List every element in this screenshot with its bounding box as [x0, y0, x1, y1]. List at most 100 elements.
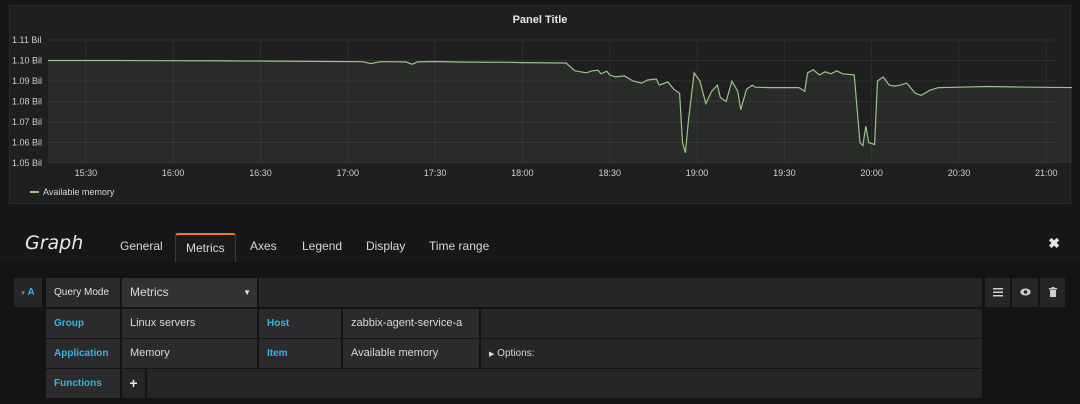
x-tick-label: 19:00: [686, 168, 709, 178]
query-mode-value: Metrics: [130, 285, 169, 299]
x-tick-label: 18:30: [598, 168, 621, 178]
data-point: [606, 71, 607, 72]
data-point: [819, 74, 820, 75]
trash-icon[interactable]: [1040, 278, 1065, 307]
x-tick-label: 19:30: [773, 168, 796, 178]
data-point: [854, 74, 855, 75]
data-point: [574, 70, 575, 71]
data-point: [417, 61, 418, 62]
data-point: [906, 82, 907, 83]
data-point: [685, 152, 686, 153]
data-point: [868, 142, 869, 143]
data-point: [862, 145, 863, 146]
data-point: [938, 87, 939, 88]
data-point: [615, 76, 616, 77]
data-point: [830, 73, 831, 74]
data-point: [370, 63, 371, 64]
data-point: [859, 142, 860, 143]
menu-icon[interactable]: [985, 278, 1010, 307]
functions-label: Functions: [46, 369, 120, 398]
tab-general[interactable]: General: [110, 233, 173, 261]
series-area: [48, 60, 1072, 163]
host-label: Host: [259, 309, 341, 338]
data-point: [1031, 87, 1032, 88]
x-tick-label: 16:00: [162, 168, 185, 178]
tab-metrics[interactable]: Metrics: [175, 233, 236, 264]
data-point: [877, 80, 878, 81]
y-tick-label: 1.09 Bil: [12, 76, 42, 86]
options-toggle[interactable]: ▶ Options:: [481, 339, 982, 368]
data-point: [731, 80, 732, 81]
y-tick-label: 1.10 Bil: [12, 56, 42, 66]
data-point: [592, 70, 593, 71]
y-tick-label: 1.06 Bil: [12, 138, 42, 148]
host-input[interactable]: zabbix-agent-service-a: [343, 309, 479, 338]
query-letter: A: [27, 287, 35, 298]
y-tick-label: 1.08 Bil: [12, 97, 42, 107]
data-point: [586, 72, 587, 73]
data-point: [720, 97, 721, 98]
x-tick-label: 18:00: [511, 168, 534, 178]
query-mode-select[interactable]: Metrics ▼: [122, 278, 257, 307]
data-point: [565, 62, 566, 63]
data-point: [411, 64, 412, 65]
data-point: [362, 61, 363, 62]
data-point: [889, 85, 890, 86]
query-row-toggle[interactable]: ▾ A: [14, 278, 42, 307]
chevron-down-icon: ▼: [243, 288, 251, 297]
data-point: [717, 85, 718, 86]
x-tick-label: 21:00: [1035, 168, 1058, 178]
data-point: [740, 109, 741, 110]
data-point: [865, 126, 866, 127]
data-point: [737, 91, 738, 92]
data-point: [894, 86, 895, 87]
line-chart: 1.11 Bil 1.10 Bil 1.09 Bil 1.08 Bil 1.07 Bil…: [12, 35, 1072, 197]
group-label: Group: [46, 309, 120, 338]
data-point: [624, 75, 625, 76]
eye-icon[interactable]: [1012, 278, 1038, 307]
data-point: [900, 85, 901, 86]
data-point: [921, 95, 922, 96]
application-label: Application: [46, 339, 120, 368]
x-tick-label: 16:30: [249, 168, 272, 178]
legend-label: Available memory: [43, 187, 115, 197]
y-tick-label: 1.05 Bil: [12, 158, 42, 168]
data-point: [746, 89, 747, 90]
data-point: [769, 87, 770, 88]
x-tick-label: 17:30: [424, 168, 447, 178]
item-input[interactable]: Available memory: [343, 339, 479, 368]
data-point: [813, 69, 814, 70]
tab-time-range[interactable]: Time range: [419, 233, 499, 261]
tab-legend[interactable]: Legend: [292, 233, 352, 261]
data-point: [667, 81, 668, 82]
data-point: [434, 61, 435, 62]
data-point: [679, 93, 680, 94]
tab-axes[interactable]: Axes: [240, 233, 287, 261]
tab-display[interactable]: Display: [356, 233, 415, 261]
data-point: [641, 82, 642, 83]
caret-right-icon: ▶: [489, 351, 495, 358]
data-point: [688, 121, 689, 122]
data-point: [915, 93, 916, 94]
editor-title: Graph: [25, 232, 84, 254]
y-tick-label: 1.07 Bil: [12, 117, 42, 127]
x-tick-label: 20:30: [948, 168, 971, 178]
data-point: [726, 101, 727, 102]
data-point: [522, 62, 523, 63]
functions-row-spacer: [147, 369, 982, 398]
query-mode-label: Query Mode: [46, 278, 120, 307]
data-point: [659, 85, 660, 86]
data-point: [507, 62, 508, 63]
data-point: [600, 73, 601, 74]
y-tick-label: 1.11 Bil: [12, 35, 41, 45]
application-input[interactable]: Memory: [122, 339, 257, 368]
data-point: [47, 60, 48, 61]
data-point: [842, 73, 843, 74]
data-point: [656, 78, 657, 79]
add-function-button[interactable]: +: [122, 369, 145, 398]
group-input[interactable]: Linux servers: [122, 309, 257, 338]
close-icon[interactable]: ✖: [1048, 235, 1060, 252]
x-tick-label: 17:00: [337, 168, 360, 178]
data-point: [705, 103, 706, 104]
data-point: [673, 89, 674, 90]
